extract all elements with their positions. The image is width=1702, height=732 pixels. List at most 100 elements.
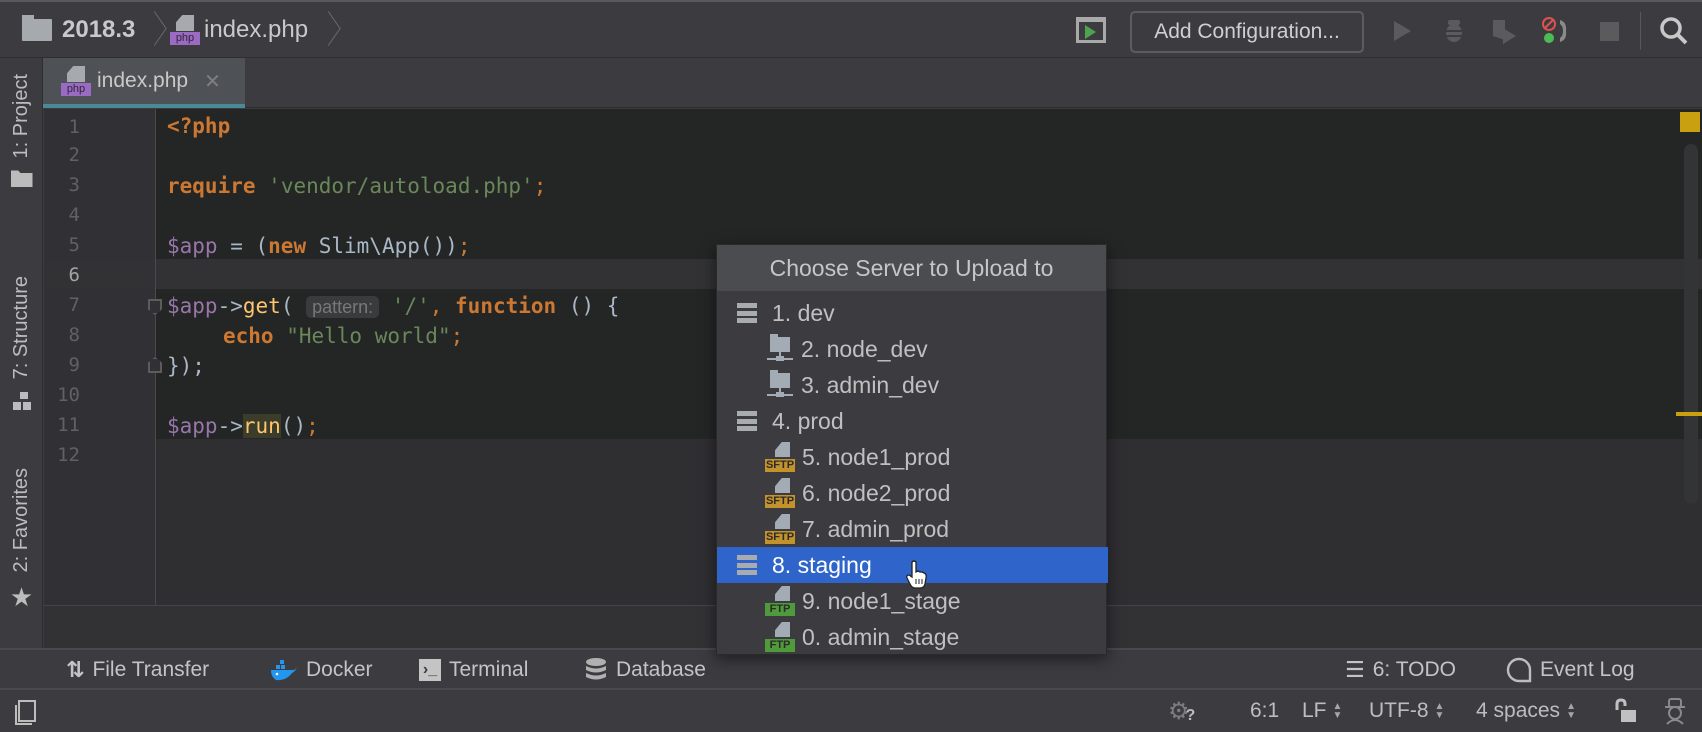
server-item-admin-dev[interactable]: 3. admin_dev [717,367,1108,403]
structure-tab-label: 7: Structure [10,276,32,380]
server-item-label: 4. prod [772,407,844,434]
server-group-icon [737,303,757,323]
unlock-icon[interactable] [1612,698,1638,724]
toolbar-separator [1640,12,1641,50]
star-icon: ★ [9,582,34,613]
updown-icon: ▲ ▼ [1434,701,1445,721]
database-icon [586,658,606,680]
tab-index-php[interactable]: php index.php ✕ [43,58,245,108]
navigation-bar: 2018.3 php index.php Add Configuration..… [0,0,1702,58]
docker-label: Docker [306,658,373,681]
php-file-icon: php [170,15,200,45]
hand-pointer-cursor-icon [906,560,927,589]
network-folder-icon [767,334,793,362]
caret-position[interactable]: 6:1 [1250,690,1279,732]
docker-whale-icon [271,660,297,681]
tool-window-terminal[interactable]: ›_ Terminal [419,650,528,690]
terminal-label: Terminal [449,658,529,681]
code-line-9: }); [167,354,205,378]
server-item-admin-prod[interactable]: SFTP 7. admin_prod [717,511,1108,547]
warning-stripe-marker[interactable] [1676,412,1702,416]
encoding-selector[interactable]: UTF-8 ▲ ▼ [1369,690,1444,732]
breadcrumb-file-label: index.php [204,16,309,43]
breadcrumb-project-label: 2018.3 [62,16,136,43]
inspection-warning-icon[interactable] [1680,112,1700,132]
tool-window-todo[interactable]: ☰ 6: TODO [1345,650,1456,690]
line-separator-selector[interactable]: LF ▲ ▼ [1302,690,1342,732]
close-icon[interactable]: ✕ [204,69,221,94]
left-tool-stripe: 1: Project 7: Structure 2: Favorites ★ [0,58,43,648]
gutter-separator [155,109,156,605]
encoding-label: UTF-8 [1369,699,1429,722]
breadcrumb-project[interactable]: 2018.3 [22,2,135,58]
run-with-coverage-icon[interactable] [1489,16,1519,46]
breadcrumb-separator-icon [148,12,162,48]
server-item-prod[interactable]: 4. prod [717,403,1108,439]
tool-window-file-transfer[interactable]: ⇅ File Transfer [66,650,209,690]
sftp-icon: SFTP [765,442,795,472]
server-item-dev[interactable]: 1. dev [717,295,1108,331]
attach-debugger-icon[interactable] [1540,16,1570,46]
tool-window-docker[interactable]: Docker [270,650,373,690]
tool-window-event-log[interactable]: Event Log [1506,650,1635,690]
line-number: 12 [57,444,80,466]
server-item-node1-prod[interactable]: SFTP 5. node1_prod [717,439,1108,475]
server-group-icon [737,555,757,575]
popup-title: Choose Server to Upload to [717,245,1106,291]
code-line-3: require 'vendor/autoload.php'; [167,174,547,198]
run-icon[interactable] [1387,16,1417,46]
event-log-label: Event Log [1540,658,1635,681]
server-item-admin-stage[interactable]: FTP 0. admin_stage [717,619,1108,655]
run-anything-icon[interactable] [1076,17,1106,43]
server-item-label: 6. node2_prod [802,479,951,506]
add-configuration-button[interactable]: Add Configuration... [1130,11,1364,53]
indent-label: 4 spaces [1476,699,1561,722]
folder-icon [22,15,52,41]
server-item-node-dev[interactable]: 2. node_dev [717,331,1108,367]
parameter-hint: pattern: [306,296,380,318]
show-tool-windows-icon[interactable] [13,699,39,725]
tool-window-favorites[interactable]: 2: Favorites ★ [0,468,43,610]
code-line-1: <?php [167,114,231,138]
structure-icon [12,392,31,411]
ftp-icon: FTP [765,622,795,652]
search-icon[interactable] [1657,14,1691,48]
code-line-8: echo "Hello world"; [223,324,464,348]
stop-icon[interactable] [1594,16,1624,46]
breadcrumb-separator-icon [322,12,336,48]
network-folder-icon [767,370,793,398]
server-item-label: 7. admin_prod [802,515,950,542]
tool-window-structure[interactable]: 7: Structure [0,276,43,411]
status-bar: ⚙? 6:1 LF ▲ ▼ UTF-8 ▲ ▼ 4 spaces ▲ ▼ [0,690,1702,732]
caret-position-label: 6:1 [1250,699,1280,722]
editor-tab-bar: php index.php ✕ [43,58,1702,108]
background-tasks-icon[interactable]: ⚙? [1168,690,1195,732]
project-tab-label: 1: Project [10,74,32,159]
server-item-label: 1. dev [772,299,835,326]
list-icon: ☰ [1345,657,1365,682]
folder-icon [10,170,33,188]
server-item-node2-prod[interactable]: SFTP 6. node2_prod [717,475,1108,511]
debug-icon[interactable] [1439,16,1469,46]
ftp-icon: FTP [765,586,795,616]
tab-label: index.php [97,69,189,92]
tool-window-project[interactable]: 1: Project [0,74,43,188]
server-group-icon [737,411,757,431]
line-separator-label: LF [1302,699,1327,722]
sftp-icon: SFTP [765,478,795,508]
server-item-label: 5. node1_prod [802,443,951,470]
inspector-hector-icon[interactable] [1660,696,1690,726]
tool-window-database[interactable]: Database [584,650,706,690]
terminal-icon: ›_ [419,659,441,681]
choose-server-popup: Choose Server to Upload to 1. dev 2. nod… [716,244,1108,655]
transfer-arrows-icon: ⇅ [66,657,85,682]
breadcrumb-file[interactable]: php index.php [170,2,308,58]
indent-selector[interactable]: 4 spaces ▲ ▼ [1476,690,1576,732]
vertical-scrollbar[interactable] [1684,144,1698,504]
php-file-icon: php [61,66,91,96]
updown-icon: ▲ ▼ [1566,701,1576,721]
code-line-5: $app = (new Slim\App()); [167,234,471,258]
todo-label: 6: TODO [1372,658,1456,681]
code-line-7: $app->get( pattern: '/', function () { [167,294,620,318]
server-item-label: 3. admin_dev [801,371,940,398]
